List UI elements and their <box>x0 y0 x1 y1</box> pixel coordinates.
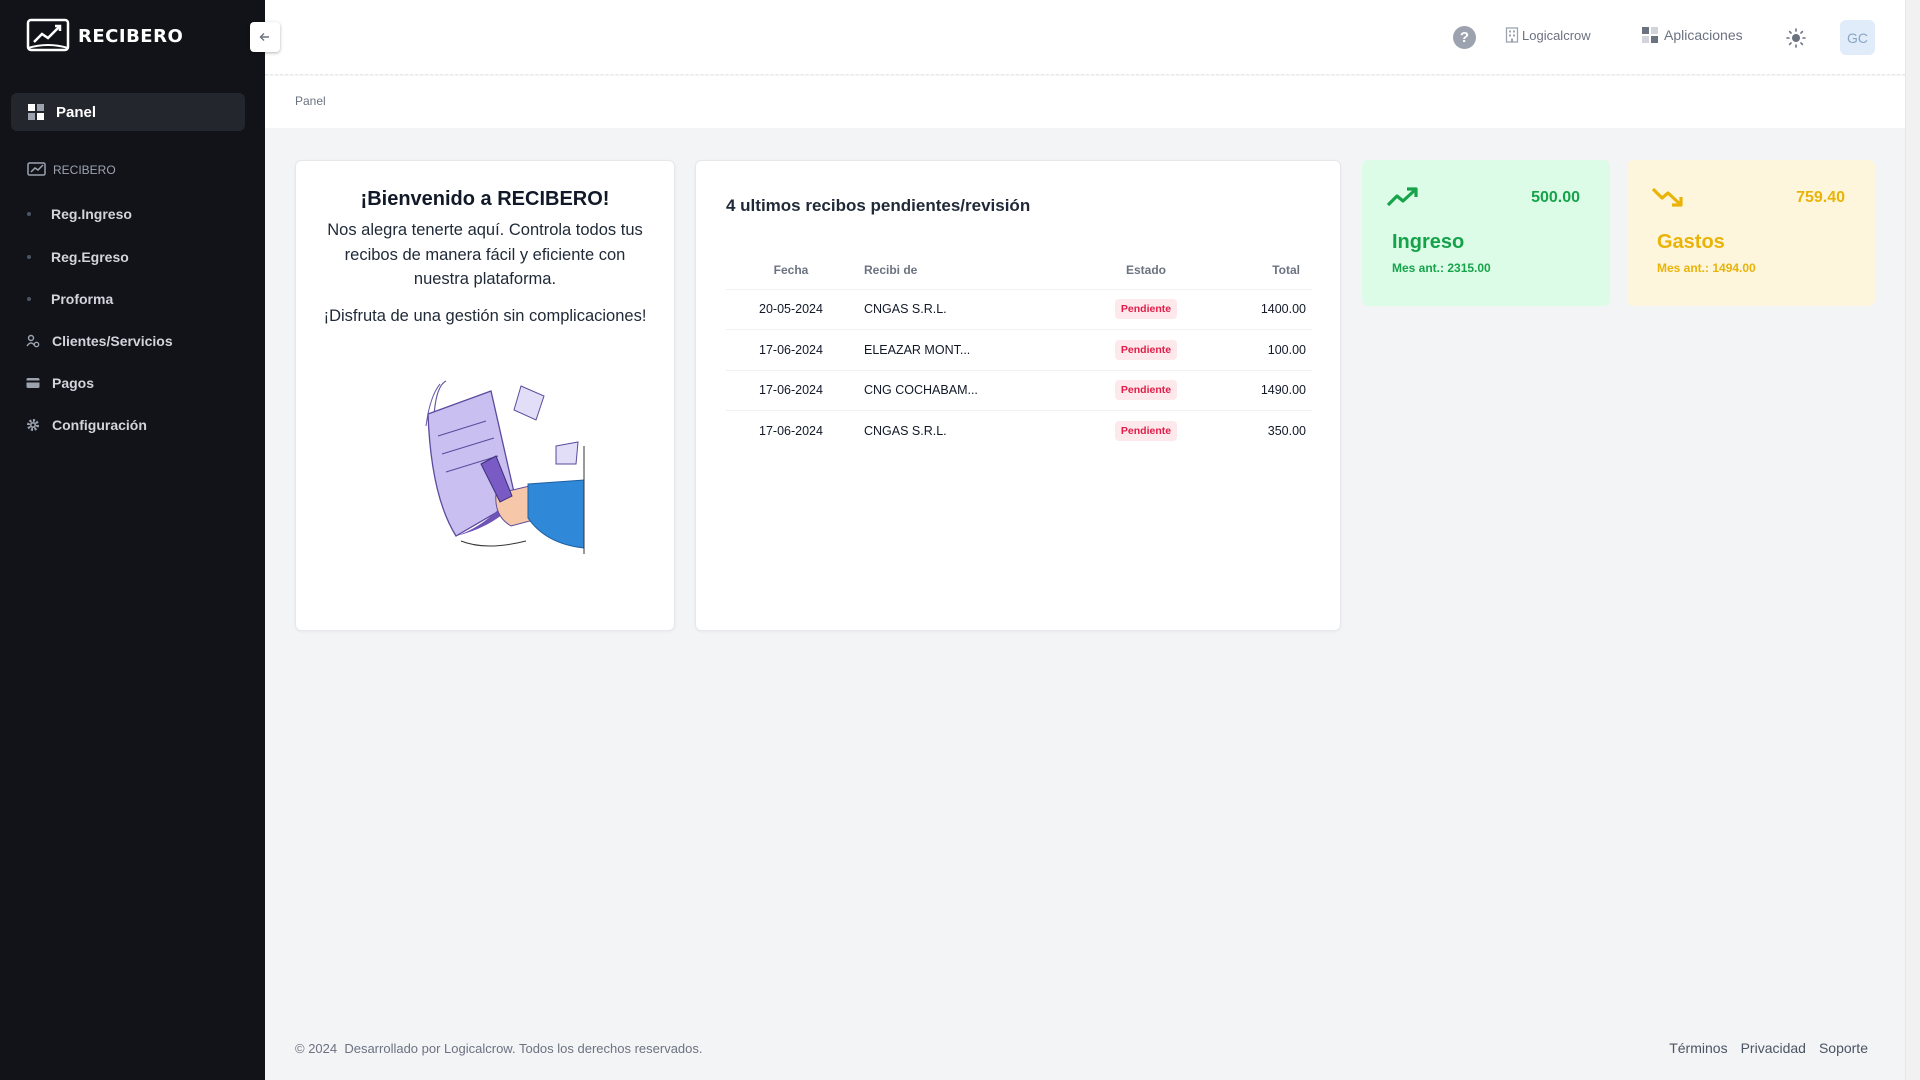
expense-previous-month: Mes ant.: 1494.00 <box>1657 261 1756 275</box>
users-icon <box>26 334 40 348</box>
expense-value: 759.40 <box>1796 189 1845 206</box>
welcome-title: ¡Bienvenido a RECIBERO! <box>360 188 610 210</box>
app-name: RECIBERO <box>78 25 184 47</box>
sidebar-item-pagos[interactable]: Pagos <box>26 375 94 391</box>
user-avatar[interactable]: GC <box>1840 20 1875 55</box>
sidebar-item-reg-ingreso[interactable]: Reg.Ingreso <box>26 206 132 222</box>
sidebar-item-label: Clientes/Servicios <box>52 333 173 349</box>
bullet-icon <box>27 255 31 259</box>
bullet-icon <box>27 212 31 216</box>
column-header-recibi-de[interactable]: Recibi de <box>856 251 1066 289</box>
help-icon[interactable]: ? <box>1453 26 1476 49</box>
cell-fecha: 17-06-2024 <box>726 410 856 451</box>
breadcrumb: Panel <box>295 94 326 108</box>
building-icon <box>1505 27 1519 43</box>
cell-recibi-de: CNGAS S.R.L. <box>856 288 1066 330</box>
sun-icon <box>1786 28 1806 48</box>
column-header-fecha[interactable]: Fecha <box>726 251 856 289</box>
cell-fecha: 17-06-2024 <box>726 329 856 370</box>
status-badge: Pendiente <box>1114 299 1178 320</box>
cell-total: 1490.00 <box>1226 369 1312 411</box>
page-scrollbar[interactable] <box>1905 0 1920 1080</box>
applications-label: Aplicaciones <box>1664 27 1743 43</box>
sidebar: RECIBERO Panel RECIBERO Reg.Ingreso Reg.… <box>0 0 265 1080</box>
collapse-sidebar-button[interactable] <box>250 22 280 52</box>
grid-icon <box>1642 27 1658 43</box>
receipts-table: Fecha Recibi de Estado Total 20-05-2024 … <box>726 251 1312 451</box>
footer-link-terminos[interactable]: Términos <box>1669 1040 1727 1056</box>
income-value: 500.00 <box>1531 189 1580 206</box>
footer-link-soporte[interactable]: Soporte <box>1819 1040 1868 1056</box>
trending-up-icon <box>1386 187 1418 207</box>
dashboard-icon <box>28 104 44 120</box>
cell-total: 100.00 <box>1226 329 1312 370</box>
footer-link-privacidad[interactable]: Privacidad <box>1741 1040 1806 1056</box>
sidebar-item-label: Reg.Egreso <box>51 249 129 265</box>
organization-name: Logicalcrow <box>1522 27 1591 43</box>
sidebar-item-label: Reg.Ingreso <box>51 206 132 222</box>
sidebar-item-configuracion[interactable]: Configuración <box>26 417 147 433</box>
income-stat-card[interactable]: 500.00 Ingreso Mes ant.: 2315.00 <box>1362 160 1610 306</box>
table-row[interactable]: 17-06-2024 CNG COCHABAM... Pendiente 149… <box>726 369 1312 411</box>
status-badge: Pendiente <box>1114 339 1178 360</box>
logo-icon <box>26 18 70 52</box>
cell-recibi-de: CNG COCHABAM... <box>856 369 1066 411</box>
cell-fecha: 20-05-2024 <box>726 288 856 330</box>
welcome-card: ¡Bienvenido a RECIBERO! Nos alegra tener… <box>295 160 675 631</box>
income-previous-month: Mes ant.: 2315.00 <box>1392 261 1491 275</box>
cell-fecha: 17-06-2024 <box>726 369 856 411</box>
topbar: ? Logicalcrow Aplicaciones GC <box>265 0 1905 75</box>
table-row[interactable]: 20-05-2024 CNGAS S.R.L. Pendiente 1400.0… <box>726 288 1312 330</box>
table-header-row: Fecha Recibi de Estado Total <box>726 251 1312 289</box>
status-badge: Pendiente <box>1114 421 1178 441</box>
cell-estado: Pendiente <box>1066 329 1226 370</box>
footer-links: Términos Privacidad Soporte <box>1669 1040 1868 1056</box>
receipts-title: 4 ultimos recibos pendientes/revisión <box>726 196 1031 215</box>
app-logo[interactable]: RECIBERO <box>26 18 183 54</box>
cell-recibi-de: ELEAZAR MONT... <box>856 329 1066 370</box>
sidebar-section-header: RECIBERO <box>27 162 116 178</box>
pending-receipts-card: 4 ultimos recibos pendientes/revisión Fe… <box>695 160 1341 631</box>
cell-total: 350.00 <box>1226 410 1312 451</box>
footer-copyright: © 2024 Desarrollado por Logicalcrow. Tod… <box>295 1041 703 1056</box>
breadcrumb-bar: Panel <box>265 76 1905 128</box>
cell-total: 1400.00 <box>1226 288 1312 330</box>
income-label: Ingreso <box>1392 231 1465 253</box>
credit-card-icon <box>26 378 40 388</box>
table-row[interactable]: 17-06-2024 ELEAZAR MONT... Pendiente 100… <box>726 329 1312 370</box>
bullet-icon <box>27 297 31 301</box>
column-header-total[interactable]: Total <box>1226 251 1312 289</box>
welcome-message: Nos alegra tenerte aquí. Controla todos … <box>327 221 643 288</box>
cell-recibi-de: CNGAS S.R.L. <box>856 410 1066 451</box>
expense-stat-card[interactable]: 759.40 Gastos Mes ant.: 1494.00 <box>1627 160 1875 306</box>
sidebar-item-label: Configuración <box>52 417 147 433</box>
trending-down-icon <box>1651 187 1683 207</box>
sidebar-section-label: RECIBERO <box>53 163 116 177</box>
receipt-illustration <box>425 380 585 554</box>
sidebar-item-clientes[interactable]: Clientes/Servicios <box>26 333 173 349</box>
sidebar-item-label: Proforma <box>51 291 114 307</box>
welcome-enjoy-text: ¡Disfruta de una gestión sin complicacio… <box>323 306 647 325</box>
sidebar-item-proforma[interactable]: Proforma <box>26 291 113 307</box>
status-badge: Pendiente <box>1114 380 1178 401</box>
theme-toggle[interactable] <box>1785 27 1807 54</box>
sidebar-item-label: Panel <box>56 103 97 121</box>
column-header-estado[interactable]: Estado <box>1066 251 1226 289</box>
cell-estado: Pendiente <box>1066 369 1226 411</box>
gear-icon <box>27 419 39 431</box>
sidebar-item-label: Pagos <box>52 375 95 391</box>
cell-estado: Pendiente <box>1066 288 1226 330</box>
sidebar-item-panel[interactable]: Panel <box>11 93 245 131</box>
organization-selector[interactable]: Logicalcrow <box>1505 27 1591 43</box>
sidebar-item-reg-egreso[interactable]: Reg.Egreso <box>26 249 129 265</box>
table-row[interactable]: 17-06-2024 CNGAS S.R.L. Pendiente 350.00 <box>726 410 1312 451</box>
arrow-left-icon <box>259 33 269 41</box>
cell-estado: Pendiente <box>1066 410 1226 451</box>
chart-icon <box>27 162 46 176</box>
applications-menu[interactable]: Aplicaciones <box>1642 27 1743 43</box>
expense-label: Gastos <box>1657 231 1725 253</box>
